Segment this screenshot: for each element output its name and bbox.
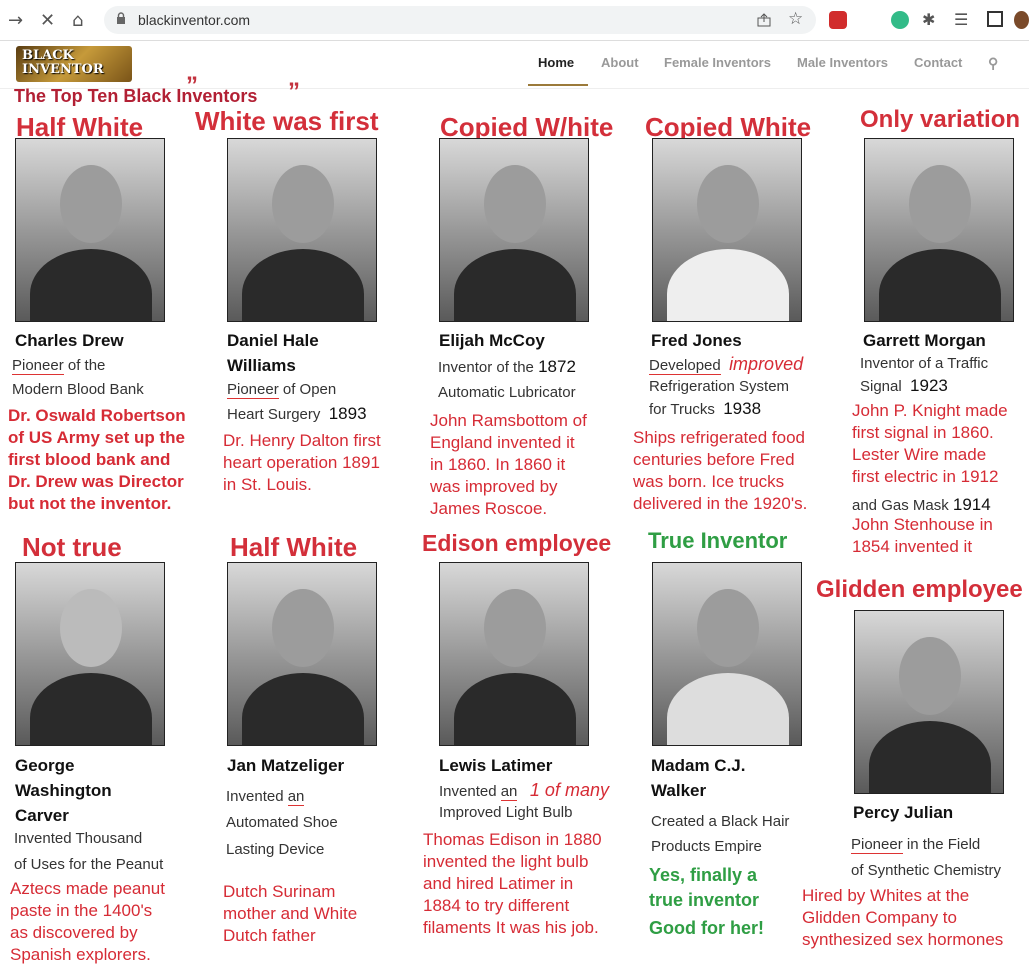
inventor-description: Invented an 1 of many (439, 780, 609, 801)
annotation-tag: Glidden employee (816, 576, 1023, 603)
inventor-description: Improved Light Bulb (439, 804, 573, 821)
nav-home[interactable]: Home (538, 55, 574, 70)
inventor-name: Elijah McCoy (439, 331, 545, 350)
inventor-name: Fred Jones (651, 331, 742, 350)
stop-loading-icon[interactable]: ✕ (40, 10, 55, 31)
active-nav-underline (528, 84, 588, 86)
inventor-name: Madam C.J. Walker (651, 756, 746, 800)
annotation-comment: Dutch Surinam mother and White Dutch fathe… (223, 882, 358, 945)
inventor-name: Jan Matzeliger (227, 756, 345, 775)
bookmark-star-icon[interactable]: ☆ (788, 9, 803, 29)
annotation-comment: Ships refrigerated food centuries before … (633, 428, 808, 513)
inventor-description: Pioneer in the Field (851, 836, 981, 854)
portrait-photo (15, 138, 165, 322)
annotation-comment: John Ramsbottom of England invented it in … (430, 411, 587, 518)
logo-text: BLACK INVENTOR (22, 48, 104, 77)
media-control-icon[interactable]: ☰ (954, 10, 968, 29)
inventor-name: Lewis Latimer (439, 756, 553, 775)
inventor-description: Lasting Device (226, 841, 325, 858)
annotation-tag: Half White (230, 532, 358, 562)
nav-contact[interactable]: Contact (914, 55, 962, 70)
portrait-photo (652, 562, 802, 746)
search-icon[interactable]: ⚲ (988, 55, 998, 72)
inventor-description: Signal 1923 (860, 376, 948, 395)
site-logo[interactable]: BLACK INVENTOR (16, 46, 132, 82)
annotation-tag: White was first (195, 106, 379, 136)
extension-red-icon[interactable] (829, 11, 847, 29)
annotation-tag: Edison employee (422, 530, 612, 556)
annotation-comment: Aztecs made peanut paste in the 1400's as … (10, 879, 165, 964)
site-header: BLACK INVENTOR Home About Female Invento… (0, 40, 1029, 89)
annotation-comment: Dr. Oswald Robertson of US Army set up th… (8, 406, 186, 513)
inventor-description: Invented Thousand (14, 830, 143, 847)
annotation-comment: Dr. Henry Dalton first heart operation 18… (223, 431, 381, 494)
portrait-photo (439, 562, 589, 746)
inventor-name: Percy Julian (853, 803, 954, 822)
portrait-photo (227, 138, 377, 322)
inventor-description: Pioneer of the (12, 357, 106, 375)
nav-male-inventors[interactable]: Male Inventors (797, 55, 888, 70)
profile-avatar[interactable] (1014, 11, 1029, 29)
lock-icon (117, 12, 125, 24)
inventor-description: Inventor of a Traffic (860, 355, 989, 372)
inventor-description: Invented an (226, 788, 305, 806)
portrait-photo (15, 562, 165, 746)
inventor-description: Products Empire (651, 838, 762, 855)
inventor-description: Pioneer of Open (227, 381, 337, 399)
inventor-description: Automatic Lubricator (438, 384, 576, 401)
quote-mark-close: ” (288, 78, 300, 105)
browser-toolbar: → ✕ ⌂ blackinventor.com ☆ ✱ ☰ (0, 0, 1029, 41)
annotation-tag: Only variation (860, 106, 1021, 133)
address-bar[interactable]: blackinventor.com ☆ (104, 6, 816, 34)
home-icon[interactable]: ⌂ (72, 10, 83, 31)
inventor-description: Developed improved (649, 354, 804, 375)
page-title: The Top Ten Black Inventors (14, 86, 258, 106)
inventor-description: Inventor of the 1872 (438, 357, 576, 376)
annotation-comment: John P. Knight made first signal in 1860.… (852, 401, 1008, 486)
annotation-tag: Not true (22, 532, 122, 562)
extensions-puzzle-icon[interactable]: ✱ (922, 10, 935, 29)
inventor-name: Garrett Morgan (863, 331, 986, 350)
nav-female-inventors[interactable]: Female Inventors (664, 55, 771, 70)
inventor-description: Heart Surgery 1893 (227, 404, 367, 423)
quote-mark-open: ” (186, 72, 198, 99)
annotation-tag: True Inventor (648, 528, 788, 553)
inventor-description: for Trucks 1938 (649, 399, 762, 418)
inventor-description: Modern Blood Bank (12, 381, 144, 398)
portrait-photo (864, 138, 1014, 322)
inventor-description: Created a Black Hair (651, 813, 790, 830)
share-icon[interactable] (756, 12, 772, 28)
nav-about[interactable]: About (601, 55, 639, 70)
portrait-photo (854, 610, 1004, 794)
inventor-name: Daniel Hale Williams (227, 331, 319, 375)
url-text: blackinventor.com (138, 12, 251, 28)
inventor-name: Charles Drew (15, 331, 124, 350)
annotation-comment: John Stenhouse in 1854 invented it (852, 515, 993, 556)
annotation-comment: Hired by Whites at the Glidden Company to… (802, 886, 1004, 949)
extension-alien-icon[interactable] (891, 11, 909, 29)
annotation-comment: Thomas Edison in 1880 invented the light … (423, 830, 602, 937)
inventor-description: of Uses for the Peanut (14, 856, 164, 873)
inventor-description: Refrigeration System (649, 378, 790, 395)
annotation-comment: Yes, finally a true inventor Good for her! (649, 865, 764, 938)
portrait-photo (652, 138, 802, 322)
forward-icon[interactable]: → (8, 10, 23, 31)
inventor-name: George Washington Carver (15, 756, 112, 825)
inventor-description: Automated Shoe (226, 814, 338, 831)
inventor-description: of Synthetic Chemistry (851, 862, 1002, 879)
portrait-photo (227, 562, 377, 746)
side-panel-icon[interactable] (987, 11, 1003, 27)
portrait-photo (439, 138, 589, 322)
